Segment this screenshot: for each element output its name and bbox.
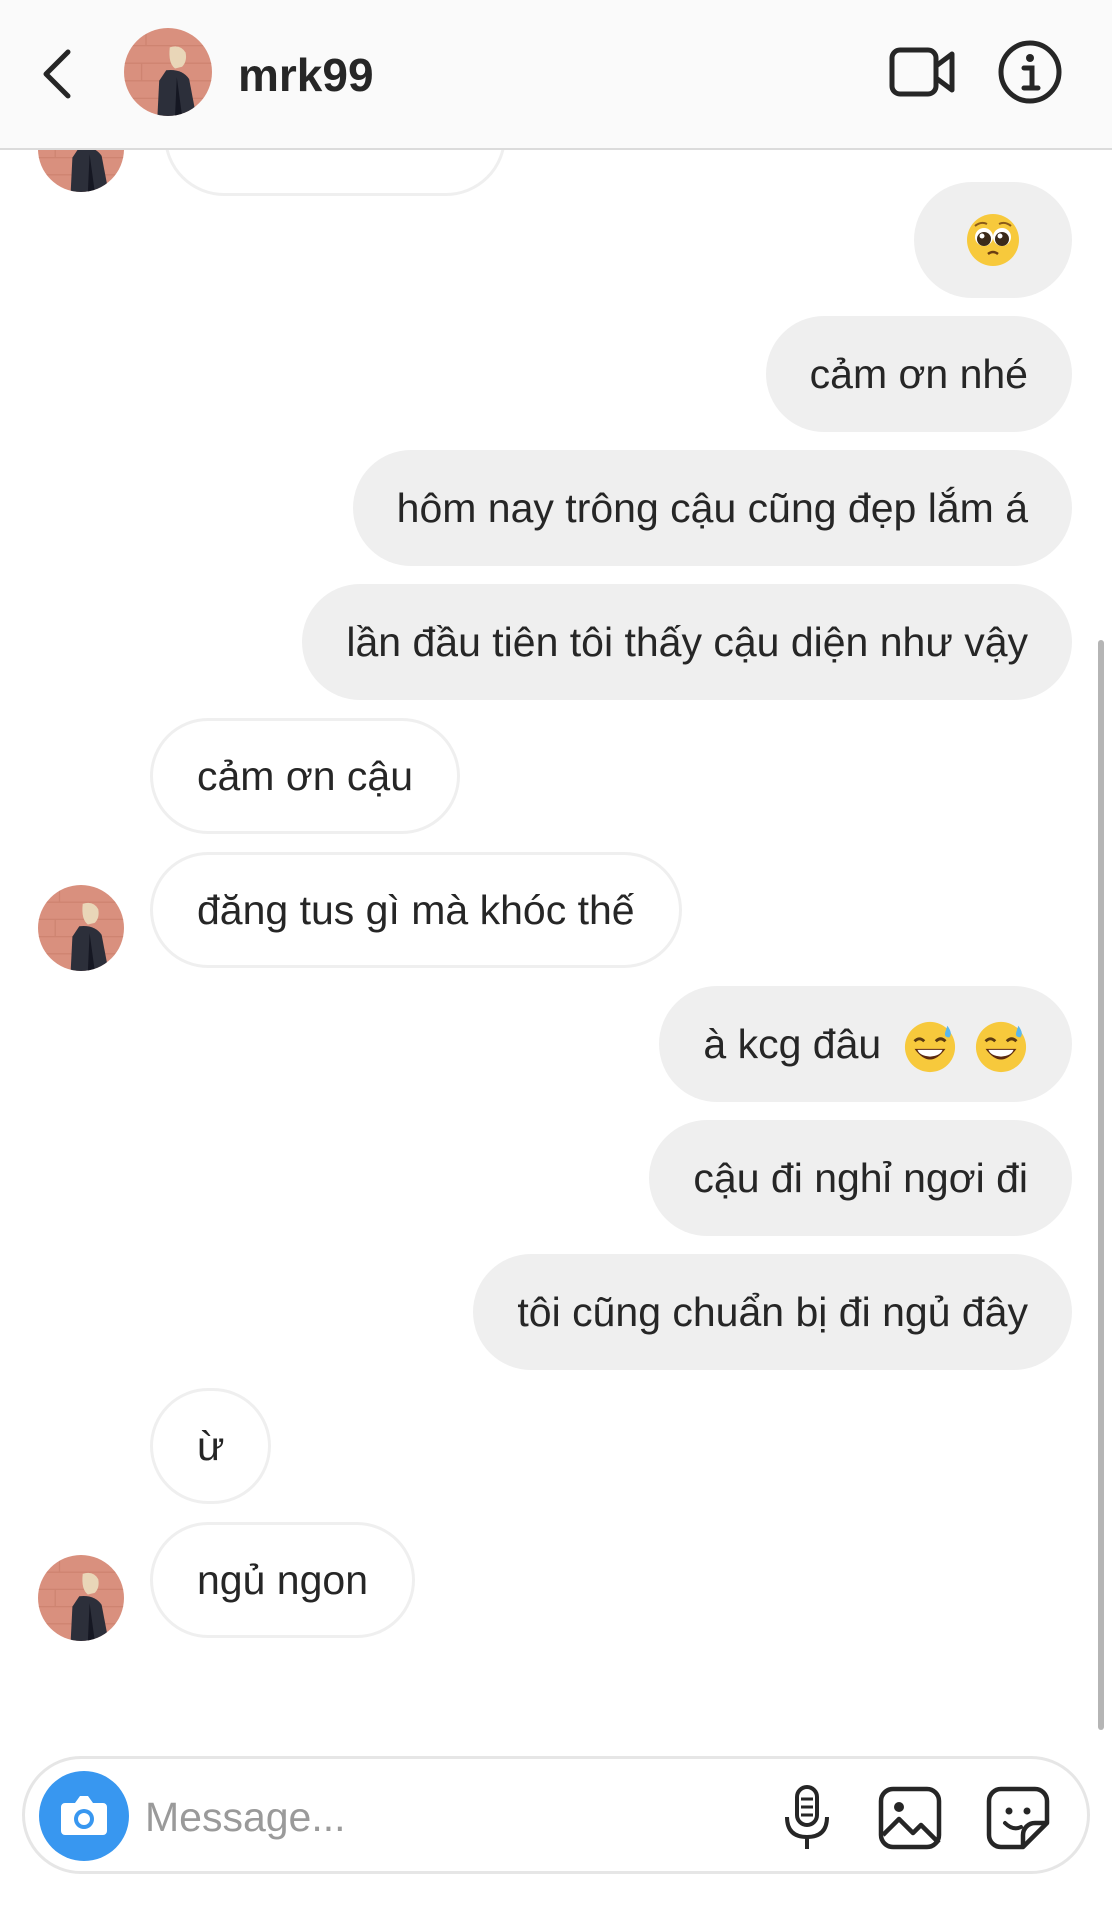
- incoming-message-bubble[interactable]: đăng tus gì mà khóc thế: [150, 852, 682, 968]
- outgoing-message-bubble[interactable]: lần đầu tiên tôi thấy cậu diện như vậy: [302, 584, 1072, 700]
- message-input[interactable]: [143, 1781, 747, 1853]
- incoming-message-bubble[interactable]: cảm ơn cậu: [150, 718, 461, 834]
- outgoing-message-bubble[interactable]: [914, 182, 1072, 298]
- message-text: à kcg đâu: [703, 1021, 882, 1067]
- incoming-message-bubble[interactable]: ngủ ngon: [150, 1522, 416, 1638]
- avatar[interactable]: [38, 1555, 124, 1641]
- video-camera-icon[interactable]: [888, 46, 956, 98]
- outgoing-message-bubble[interactable]: cảm ơn nhé: [765, 316, 1072, 432]
- avatar: [38, 150, 124, 192]
- avatar[interactable]: [38, 885, 124, 971]
- outgoing-message-bubble[interactable]: tôi cũng chuẩn bị đi ngủ đây: [473, 1254, 1072, 1370]
- message-text: cảm ơn nhé: [809, 351, 1028, 397]
- sticker-icon[interactable]: [985, 1785, 1051, 1851]
- message-text: hôm nay trông cậu cũng đẹp lắm á: [396, 485, 1028, 531]
- message-text: lần đầu tiên tôi thấy cậu diện như vậy: [346, 619, 1028, 665]
- camera-button[interactable]: [39, 1771, 129, 1861]
- image-gallery-icon[interactable]: [877, 1785, 943, 1851]
- scrollbar[interactable]: [1098, 640, 1104, 1730]
- outgoing-message-bubble[interactable]: cậu đi nghỉ ngơi đi: [649, 1120, 1072, 1236]
- message-composer: [22, 1756, 1090, 1874]
- message-text: tôi cũng chuẩn bị đi ngủ đây: [517, 1289, 1028, 1335]
- microphone-icon[interactable]: [777, 1783, 837, 1853]
- grinning-face-with-sweat-icon: [904, 1022, 955, 1073]
- chat-username[interactable]: mrk99: [238, 48, 374, 102]
- chevron-left-icon[interactable]: [38, 46, 78, 102]
- message-thread[interactable]: cảm ơn nhé hôm nay trông cậu cũng đẹp lắ…: [0, 150, 1112, 1740]
- message-text: cậu đi nghỉ ngơi đi: [693, 1155, 1028, 1201]
- chat-header: mrk99: [0, 0, 1112, 150]
- outgoing-message-bubble[interactable]: hôm nay trông cậu cũng đẹp lắm á: [352, 450, 1072, 566]
- message-text: ừ: [197, 1423, 225, 1469]
- incoming-message-bubble[interactable]: [164, 150, 506, 196]
- camera-icon: [61, 1796, 107, 1835]
- message-text: cảm ơn cậu: [197, 753, 414, 799]
- message-text: đăng tus gì mà khóc thế: [197, 887, 635, 933]
- avatar[interactable]: [124, 28, 212, 116]
- outgoing-message-bubble[interactable]: à kcg đâu: [659, 986, 1072, 1102]
- pleading-face-emoji-icon: [967, 214, 1019, 266]
- message-text: ngủ ngon: [197, 1557, 369, 1603]
- info-circle-icon[interactable]: [996, 38, 1064, 106]
- grinning-face-with-sweat-icon: [975, 1022, 1027, 1073]
- incoming-message-bubble[interactable]: ừ: [150, 1388, 272, 1504]
